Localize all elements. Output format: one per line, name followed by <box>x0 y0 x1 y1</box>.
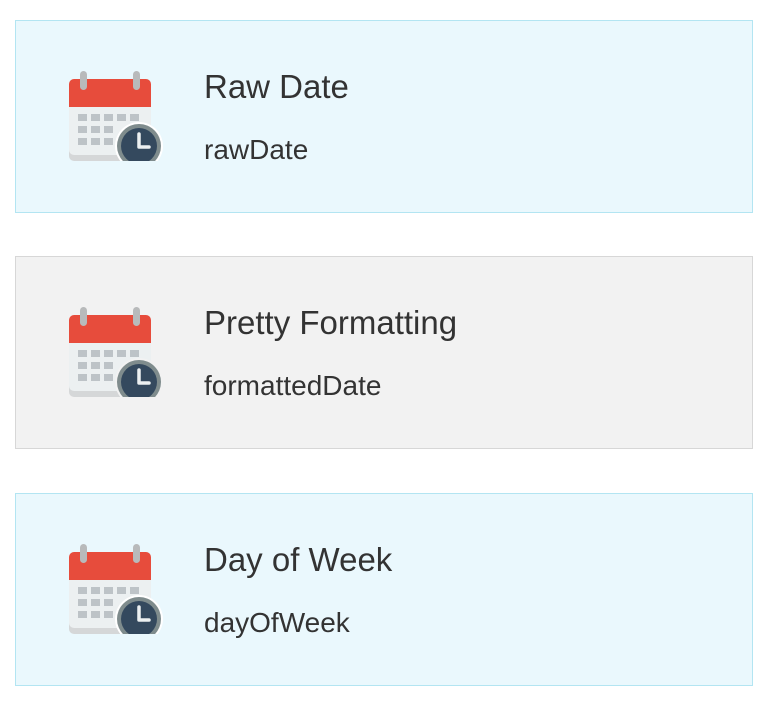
card-title: Day of Week <box>204 541 393 578</box>
calendar-clock-icon <box>69 71 164 161</box>
card-title: Raw Date <box>204 68 349 105</box>
card-subtitle: rawDate <box>204 134 309 165</box>
card-subtitle: dayOfWeek <box>204 607 350 638</box>
date-option-raw[interactable]: Raw Date rawDate <box>15 20 753 213</box>
card-title: Pretty Formatting <box>204 304 458 341</box>
card-subtitle: formattedDate <box>204 370 382 401</box>
date-option-pretty-formatting[interactable]: Pretty Formatting formattedDate <box>15 256 753 449</box>
calendar-clock-icon <box>69 544 164 634</box>
calendar-clock-icon <box>69 307 164 397</box>
date-option-day-of-week[interactable]: Day of Week dayOfWeek <box>15 493 753 686</box>
